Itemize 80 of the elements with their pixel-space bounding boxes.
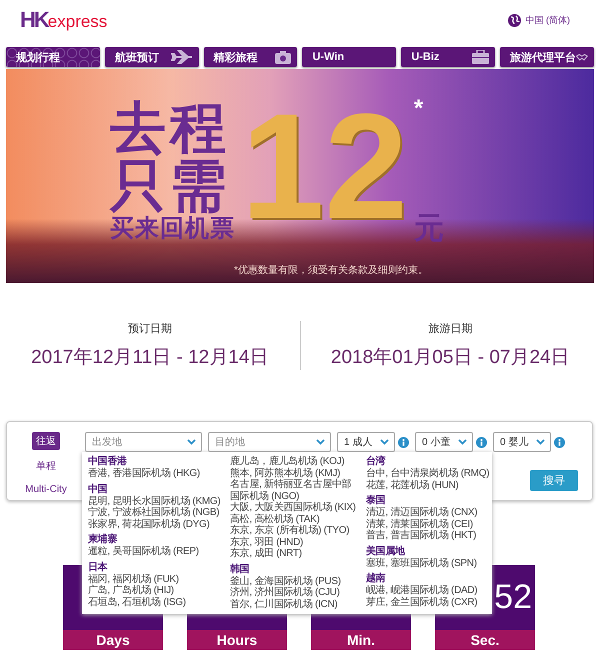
airport-option[interactable]: 香港, 香港国际机场 (HKG) <box>88 468 224 480</box>
destination-select[interactable]: 目的地 <box>208 432 331 452</box>
airport-option[interactable]: 暹粒, 吴哥国际机场 (REP) <box>88 546 224 558</box>
region-heading: 中国 <box>88 484 108 496</box>
passenger-select[interactable]: 1 成人 <box>337 432 395 452</box>
currency-label: 元 <box>414 211 444 247</box>
banner-headline: 只需 <box>110 157 231 215</box>
airport-option[interactable]: 济州, 济州国际机场 (CJU) <box>230 587 360 598</box>
airport-option[interactable]: 首尔, 仁川国际机场 (ICN) <box>230 598 360 610</box>
region-heading: 柬埔寨 <box>88 534 118 546</box>
briefcase-icon <box>472 50 490 64</box>
region-heading: 台湾 <box>366 456 386 468</box>
region-heading: 泰国 <box>366 495 386 506</box>
banner-subtitle: 买来回机票 <box>110 215 235 243</box>
date-range: 2018年01月05日 - 07月24日 <box>330 346 570 370</box>
airport-option[interactable]: 岘港, 岘港国际机场 (DAD) <box>366 585 496 596</box>
info-icon[interactable] <box>476 436 487 448</box>
info-icon[interactable] <box>554 436 565 448</box>
nav-tab[interactable]: U-Win <box>302 47 396 67</box>
airport-option[interactable]: 广岛, 广岛机场 (HIJ) <box>88 585 224 596</box>
chevron-down-icon <box>536 439 545 445</box>
airport-option[interactable]: 清迈, 清迈国际机场 (CNX) <box>366 507 496 518</box>
airport-option[interactable]: 东京, 羽田 (HND) <box>230 536 360 548</box>
countdown-label: Sec. <box>435 630 535 650</box>
globe-icon <box>508 14 520 26</box>
airport-option[interactable]: 东京, 东京 (所有机场) (TYO) <box>230 525 360 536</box>
chevron-down-icon <box>458 439 467 445</box>
airport-option[interactable]: 塞班, 塞班国际机场 (SPN) <box>366 558 496 569</box>
passenger-select[interactable]: 0 小童 <box>415 432 473 452</box>
airport-option[interactable]: 鹿儿岛，鹿儿岛机场 (KOJ) <box>230 456 360 468</box>
plane-icon <box>170 50 193 64</box>
info-icon[interactable] <box>398 436 409 448</box>
banner-headline: 去程 <box>110 99 231 157</box>
nav-tab[interactable]: 航班预订 <box>104 47 199 67</box>
airport-option[interactable]: 昆明, 昆明长水国际机场 (KMG) <box>88 496 224 507</box>
asterisk: * <box>414 99 424 119</box>
countdown-value: 52 <box>494 578 532 617</box>
trip-type-option[interactable]: 单程 <box>32 457 60 475</box>
logo[interactable]: HKexpress <box>20 7 108 33</box>
airport-option[interactable]: 清莱, 清莱国际机场 (CEI) <box>366 518 496 530</box>
region-heading: 美国属地 <box>366 546 406 558</box>
airport-option[interactable]: 芽庄, 金兰国际机场 (CXR) <box>366 596 496 608</box>
chevron-down-icon <box>316 439 325 445</box>
camera-icon <box>275 50 292 64</box>
airport-option[interactable]: 釜山, 金海国际机场 (PUS) <box>230 576 360 587</box>
countdown-label: Hours <box>187 630 287 650</box>
nav-tab[interactable]: 旅游代理平台 <box>500 47 594 67</box>
airport-option[interactable]: 石垣岛, 石垣机场 (ISG) <box>88 596 224 608</box>
airport-option[interactable]: 东京, 成田 (NRT) <box>230 548 360 560</box>
countdown-label: Min. <box>311 630 411 650</box>
passenger-select[interactable]: 0 婴儿 <box>493 432 551 452</box>
airport-option[interactable]: 福冈, 福冈机场 (FUK) <box>88 574 224 585</box>
origin-select[interactable]: 出发地 <box>85 432 202 452</box>
region-heading: 韩国 <box>230 564 250 576</box>
nav-tab[interactable]: U-Biz <box>401 47 496 67</box>
date-label: 预订日期 <box>128 322 172 336</box>
nav-tab[interactable]: 规划行程 <box>6 47 100 67</box>
region-heading: 越南 <box>366 573 386 584</box>
airport-option[interactable]: 高松, 高松机场 (TAK) <box>230 514 360 525</box>
countdown-label: Days <box>63 630 163 650</box>
banner-price: 12 <box>241 91 408 241</box>
airport-option[interactable]: 名古屋, 新特丽亚名古屋中部国际机场 (NGO) <box>230 479 360 502</box>
nav-tab[interactable]: 精彩旅程 <box>204 47 298 67</box>
region-heading: 日本 <box>88 562 108 574</box>
airport-option[interactable]: 张家界, 荷花国际机场 (DYG) <box>88 518 224 530</box>
trip-type-option[interactable]: 往返 <box>32 432 60 450</box>
chevron-down-icon <box>380 439 389 445</box>
date-label: 旅游日期 <box>428 322 472 336</box>
airport-option[interactable]: 台中, 台中清泉岗机场 (RMQ) <box>366 468 496 480</box>
airport-option[interactable]: 普吉, 普吉国际机场 (HKT) <box>366 530 496 542</box>
date-range: 2017年12月11日 - 12月14日 <box>31 346 268 370</box>
airport-option[interactable]: 熊本, 阿苏熊本机场 (KMJ) <box>230 468 360 479</box>
airport-option[interactable]: 花莲, 花莲机场 (HUN) <box>366 480 496 491</box>
language-link[interactable]: 中国 (简体) <box>526 14 570 26</box>
banner-footnote: *优惠数量有限，须受有关条款及细则约束。 <box>234 264 428 277</box>
trip-type-option[interactable]: Multi-City <box>21 482 71 497</box>
airport-option[interactable]: 大阪, 大阪关西国际机场 (KIX) <box>230 502 360 514</box>
airport-option[interactable]: 宁波, 宁波栎社国际机场 (NGB) <box>88 507 224 518</box>
chevron-down-icon <box>187 439 196 445</box>
region-heading: 中国香港 <box>88 456 128 468</box>
